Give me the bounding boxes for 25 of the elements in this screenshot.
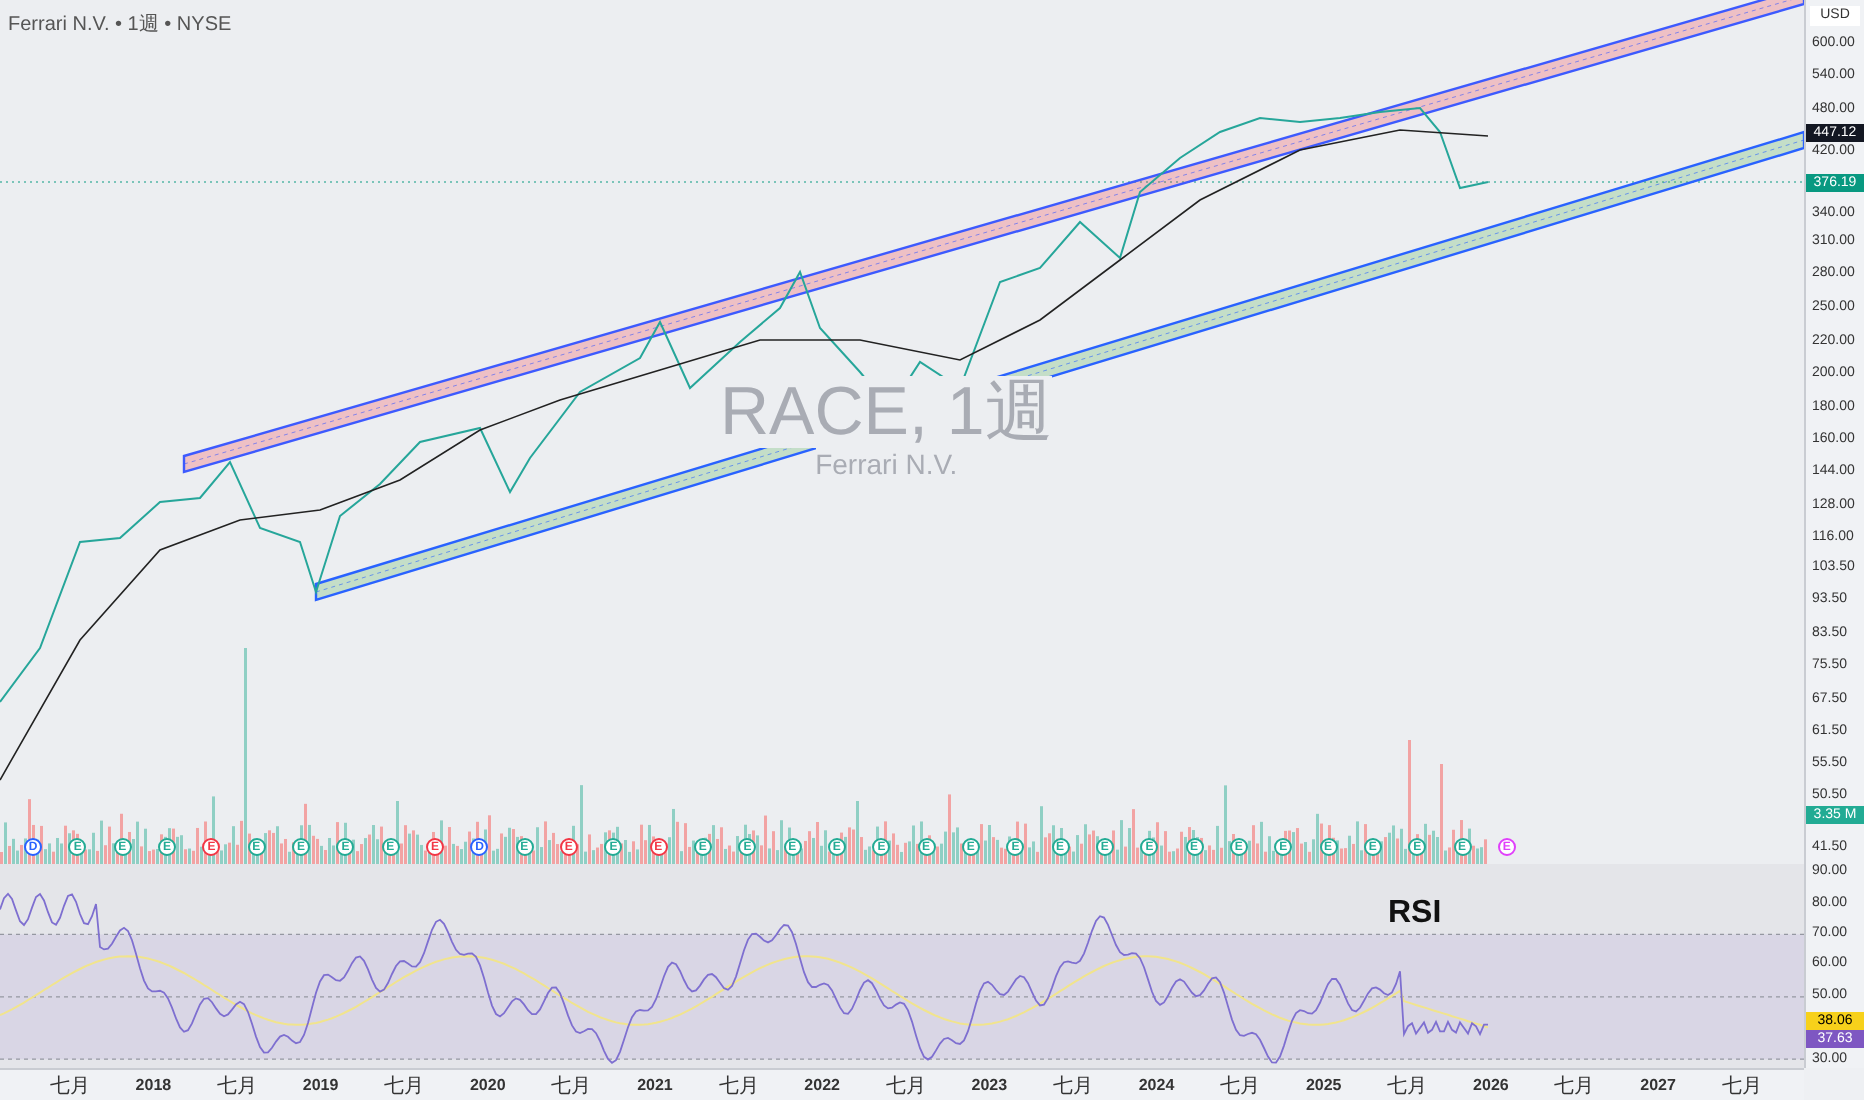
chart-watermark-symbol: RACE, 1週	[720, 376, 1053, 448]
time-axis-label: 七月	[1719, 1073, 1764, 1099]
time-axis-label: 七月	[1552, 1073, 1597, 1099]
time-axis-label: 七月	[1050, 1073, 1095, 1099]
time-axis-label: 2022	[802, 1076, 842, 1094]
time-axis-label: 七月	[549, 1073, 594, 1099]
time-axis-label: 七月	[214, 1073, 259, 1099]
time-axis-label: 2024	[1136, 1076, 1177, 1094]
time-axis-label: 七月	[47, 1073, 92, 1099]
chart-watermark-name: Ferrari N.V.	[815, 448, 958, 480]
time-axis-label: 2020	[467, 1076, 508, 1094]
time-axis-label: 2018	[133, 1076, 174, 1094]
time-axis-label: 2027	[1638, 1076, 1678, 1094]
chart-symbol-title: Ferrari N.V. • 1週 • NYSE	[8, 12, 232, 38]
rsi-title: RSI	[1388, 896, 1442, 932]
time-axis-label: 七月	[1218, 1073, 1263, 1099]
time-axis-label: 2026	[1471, 1076, 1511, 1094]
time-axis-label: 七月	[382, 1073, 427, 1099]
time-axis-label: 2019	[300, 1076, 341, 1094]
time-axis-label: 2023	[969, 1076, 1010, 1094]
time-axis-label: 七月	[716, 1073, 761, 1099]
time-axis-label: 七月	[1385, 1073, 1430, 1099]
time-axis-label: 2021	[635, 1076, 675, 1094]
time-axis-label: 2025	[1303, 1076, 1344, 1094]
time-axis-label: 七月	[883, 1073, 928, 1099]
